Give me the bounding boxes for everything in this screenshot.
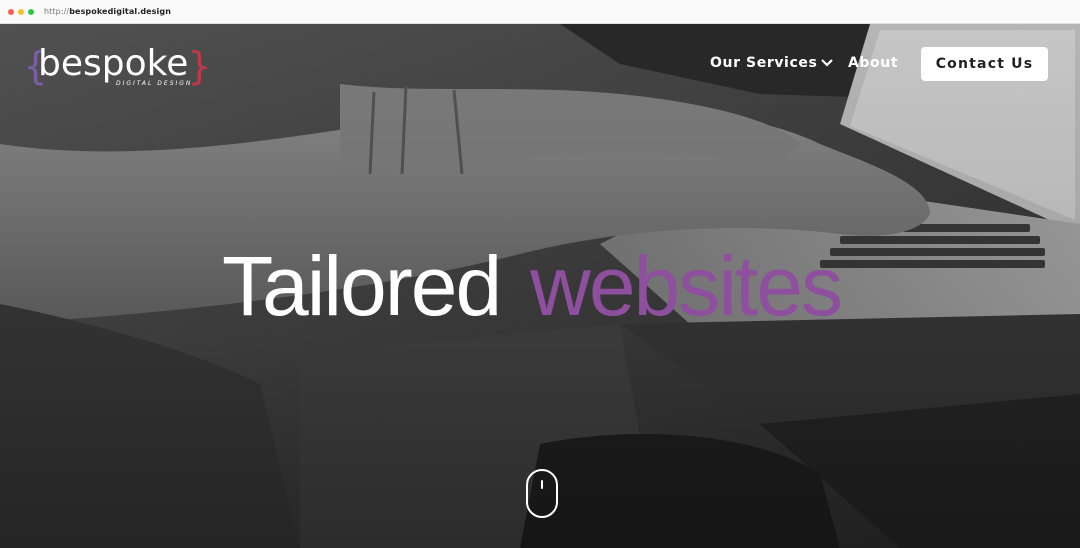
hero-section: { bespoke } DIGITAL DESIGN Our Services … (0, 24, 1080, 548)
minimize-window-icon[interactable] (18, 9, 24, 15)
address-bar[interactable]: http://bespokedigital.design (44, 7, 171, 16)
logo-tagline: DIGITAL DESIGN (116, 80, 193, 87)
hero-headline: Tailored websites (222, 236, 843, 336)
bespoke-logo[interactable]: { bespoke } DIGITAL DESIGN (24, 42, 211, 90)
url-protocol: http:// (44, 7, 70, 16)
browser-chrome: http://bespokedigital.design (0, 0, 1080, 24)
url-host: bespokedigital.design (69, 7, 172, 16)
mouse-wheel (541, 480, 543, 489)
mouse-scroll-icon[interactable] (526, 469, 558, 518)
nav-about[interactable]: About (848, 55, 898, 71)
chevron-down-icon (821, 59, 834, 67)
close-window-icon[interactable] (8, 9, 14, 15)
nav-our-services-label: Our Services (710, 55, 818, 71)
contact-us-button[interactable]: Contact Us (921, 47, 1048, 81)
maximize-window-icon[interactable] (28, 9, 34, 15)
headline-word-websites: websites (530, 239, 843, 333)
nav-our-services[interactable]: Our Services (710, 55, 834, 71)
headline-word-tailored: Tailored (222, 239, 502, 333)
